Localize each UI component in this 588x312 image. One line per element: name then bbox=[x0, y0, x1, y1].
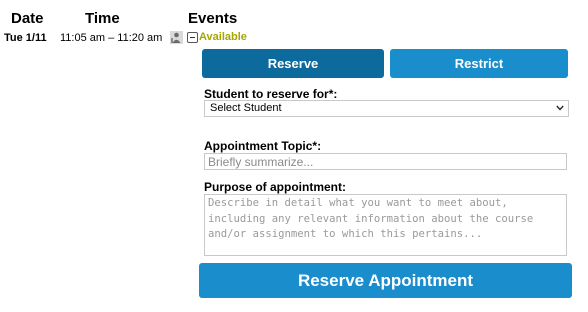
restrict-tab-button[interactable]: Restrict bbox=[390, 49, 568, 78]
availability-status: Available bbox=[199, 31, 247, 43]
purpose-label: Purpose of appointment: bbox=[204, 180, 346, 194]
slot-time: 11:05 am – 11:20 am bbox=[60, 32, 163, 44]
student-select-value: Select Student bbox=[210, 102, 282, 114]
student-label: Student to reserve for*: bbox=[204, 87, 338, 101]
topic-label: Appointment Topic*: bbox=[204, 139, 322, 153]
column-header-time: Time bbox=[85, 10, 120, 27]
student-select[interactable]: Select Student bbox=[204, 100, 569, 117]
purpose-textarea[interactable]: Describe in detail what you want to meet… bbox=[204, 194, 567, 256]
topic-input[interactable]: Briefly summarize... bbox=[204, 153, 567, 170]
chevron-down-icon bbox=[556, 105, 564, 111]
column-header-events: Events bbox=[188, 10, 238, 27]
column-header-date: Date bbox=[11, 10, 44, 27]
collapse-toggle-icon[interactable] bbox=[187, 32, 198, 43]
slot-date: Tue 1/11 bbox=[4, 32, 47, 44]
reserve-appointment-button[interactable]: Reserve Appointment bbox=[199, 263, 572, 298]
person-icon bbox=[170, 31, 183, 44]
reserve-tab-button[interactable]: Reserve bbox=[202, 49, 384, 78]
